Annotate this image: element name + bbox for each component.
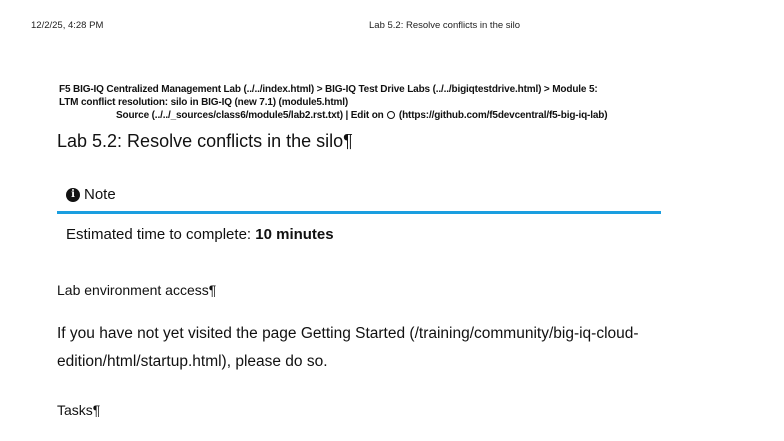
note-header: i Note — [57, 178, 661, 214]
note-title: Note — [84, 186, 116, 203]
github-link[interactable]: (https://github.com/f5devcentral/f5-big-… — [399, 110, 608, 121]
note-duration: 10 minutes — [255, 226, 334, 243]
paragraph-line-1: If you have not yet visited the page Get… — [57, 325, 639, 342]
breadcrumb: F5 BIG-IQ Centralized Management Lab (..… — [59, 83, 739, 122]
print-document-title: Lab 5.2: Resolve conflicts in the silo — [369, 20, 521, 31]
note-body: Estimated time to complete: 10 minutes — [57, 214, 661, 243]
getting-started-paragraph: If you have not yet visited the page Get… — [57, 320, 697, 376]
breadcrumb-source-line: Source (../../_sources/class6/module5/la… — [59, 109, 739, 122]
info-icon: i — [66, 187, 80, 202]
note-text: Estimated time to complete: — [66, 226, 256, 243]
print-datetime: 12/2/25, 4:28 PM — [31, 20, 104, 31]
paragraph-line-2: edition/html/startup.html), please do so… — [57, 353, 328, 370]
print-header: 12/2/25, 4:28 PM Lab 5.2: Resolve confli… — [0, 20, 784, 32]
page-title: Lab 5.2: Resolve conflicts in the silo¶ — [57, 131, 353, 151]
section-heading-lab-environment-access: Lab environment access¶ — [57, 282, 217, 298]
breadcrumb-line-2[interactable]: LTM conflict resolution: silo in BIG-IQ … — [59, 96, 739, 109]
source-link[interactable]: Source (../../_sources/class6/module5/la… — [116, 110, 384, 121]
breadcrumb-line-1[interactable]: F5 BIG-IQ Centralized Management Lab (..… — [59, 83, 739, 96]
github-icon — [387, 111, 396, 119]
note-admonition: i Note Estimated time to complete: 10 mi… — [57, 178, 661, 243]
section-heading-tasks: Tasks¶ — [57, 402, 101, 418]
